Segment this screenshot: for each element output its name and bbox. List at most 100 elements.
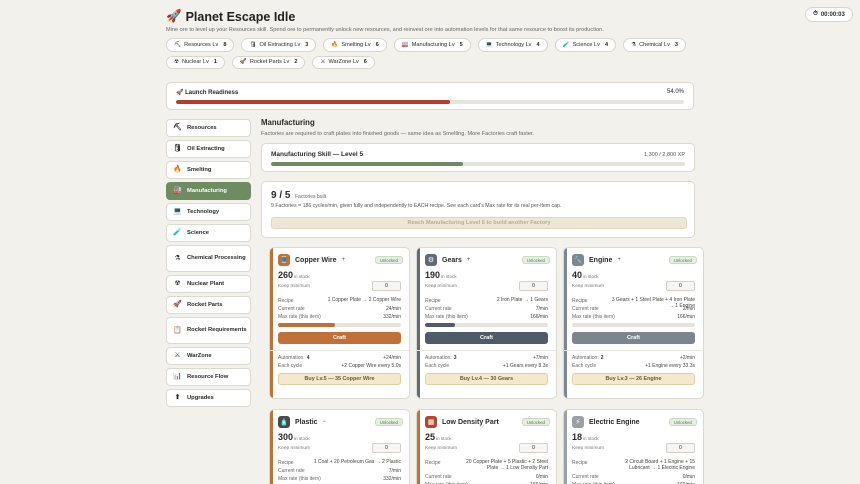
automation-rate: +2/min xyxy=(679,355,695,361)
skill-pill-science[interactable]: 🧪 Science Lv 4 xyxy=(554,38,617,52)
cycle-row: Each cycle +1 Gears every 8.3s xyxy=(425,363,548,369)
recipe-row-label: Recipe xyxy=(278,298,294,304)
max-rate-row: Max rate (this item) 332/min xyxy=(278,476,401,482)
sidebar-item-smelting[interactable]: 🔥 Smelting xyxy=(166,161,251,179)
max-rate-row-value: 166/min xyxy=(677,314,695,320)
skill-pill-chemical[interactable]: ⚗ Chemical Lv 3 xyxy=(623,38,686,52)
skill-pill-label: Resources Lv xyxy=(184,41,219,48)
craft-button[interactable]: Craft xyxy=(425,332,548,344)
stock-unit: in stock xyxy=(583,436,599,441)
sidebar-item-resources[interactable]: ⛏ Resources xyxy=(166,119,251,137)
skill-pill-resources[interactable]: ⛏ Resources Lv 8 xyxy=(166,38,235,52)
buy-automation-button[interactable]: Buy Lv.4 — 30 Gears xyxy=(425,373,548,385)
timer: ⏱ 00:00:03 xyxy=(805,7,853,22)
oil-barrel-icon: 🛢 xyxy=(173,145,182,153)
recipe-row-value: 20 Copper Plate + 5 Plastic + 2 Steel Pl… xyxy=(466,459,548,471)
keep-minimum-input[interactable]: 0 xyxy=(519,281,548,291)
automation-label-text: Automation: xyxy=(278,355,305,361)
cycle-row: Each cycle +2 Copper Wire every 5.0s xyxy=(278,363,401,369)
skill-pill-smelting[interactable]: 🔥 Smelting Lv 6 xyxy=(323,38,387,52)
flask-icon: 🧪 xyxy=(173,229,182,237)
card-accent-band xyxy=(417,248,420,398)
sidebar-item-upgrades[interactable]: ⬆ Upgrades xyxy=(166,389,251,407)
buy-automation-button[interactable]: Buy Lv.3 — 26 Engine xyxy=(572,373,695,385)
skill-pill-label: Technology Lv xyxy=(495,41,532,48)
skill-pill-technology[interactable]: 💻 Technology Lv 4 xyxy=(477,38,548,52)
chemical-icon: ⚗ xyxy=(174,254,181,262)
sidebar-item-science[interactable]: 🧪 Science xyxy=(166,224,251,242)
build-factory-button[interactable]: Reach Manufacturing Level 6 to build ano… xyxy=(271,217,687,229)
app-subtitle: Mine ore to level up your Resources skil… xyxy=(166,27,604,33)
current-rate-row: Current rate 7/min xyxy=(278,468,401,474)
craft-button[interactable]: Craft xyxy=(572,332,695,344)
sidebar-item-label: Rocket Parts xyxy=(187,301,223,308)
electric-engine-icon: ⚡ xyxy=(572,416,584,428)
fire-icon: 🔥 xyxy=(331,41,339,48)
status-badge: Unlocked xyxy=(668,418,697,426)
sidebar-item-manufacturing[interactable]: 🏭 Manufacturing xyxy=(166,182,251,200)
recipe-row-label: Recipe xyxy=(425,298,441,304)
card-toggle[interactable]: − xyxy=(323,419,327,425)
card-title: Copper Wire xyxy=(295,256,337,264)
sidebar-item-oil-extracting[interactable]: 🛢 Oil Extracting xyxy=(166,140,251,158)
skill-label: Manufacturing Skill — Level 5 xyxy=(271,151,364,158)
flask-icon: 🧪 xyxy=(562,41,570,48)
skill-pill-warzone[interactable]: ⚔ WarZone Lv 6 xyxy=(312,55,375,69)
max-rate-row-value: 332/min xyxy=(383,314,401,320)
engine-icon: 🔧 xyxy=(572,254,584,266)
sidebar-item-chemical-processing[interactable]: ⚗ Chemical Processing xyxy=(166,245,251,272)
skill-panel: Manufacturing Skill — Level 5 1,300 / 2,… xyxy=(261,143,695,172)
recipe-row-value: 2 Circuit Board + 1 Engine + 15 Lubrican… xyxy=(625,459,695,471)
card-title: Low Density Part xyxy=(442,418,499,426)
buy-automation-button[interactable]: Buy Lv.5 — 35 Copper Wire xyxy=(278,373,401,385)
card-title: Gears xyxy=(442,256,462,264)
skill-pill-rocket-parts[interactable]: 🚀 Rocket Parts Lv 2 xyxy=(231,55,306,69)
card-toggle[interactable]: + xyxy=(467,257,471,263)
craft-progress-fill xyxy=(425,323,455,327)
sidebar-item-label: Nuclear Plant xyxy=(187,280,225,287)
pickaxe-icon: ⛏ xyxy=(174,41,182,48)
skill-pill-label: Rocket Parts Lv xyxy=(249,59,290,66)
clock-icon: ⏱ xyxy=(813,11,818,17)
card-header: 🧴 Plastic − xyxy=(278,416,326,428)
stock-count: 260in stock xyxy=(278,270,310,280)
app-title: 🚀 Planet Escape Idle xyxy=(166,9,296,24)
craft-button[interactable]: Craft xyxy=(278,332,401,344)
automation-row: Automation: 4 +24/min xyxy=(278,355,401,361)
sidebar-item-label: Chemical Processing xyxy=(187,255,246,262)
stock-value: 190 xyxy=(425,270,441,280)
card-toggle[interactable]: + xyxy=(617,257,621,263)
stock-unit: in stock xyxy=(583,274,599,279)
factory-count-label: Factories built xyxy=(295,194,327,200)
skill-pill-oil-extracting[interactable]: 🛢 Oil Extracting Lv 3 xyxy=(241,38,317,52)
sidebar-item-resource-flow[interactable]: 📊 Resource Flow xyxy=(166,368,251,386)
keep-minimum-input[interactable]: 0 xyxy=(519,443,548,453)
stock-count: 190in stock xyxy=(425,270,457,280)
upgrade-icon: ⬆ xyxy=(174,394,181,402)
recipe-row-label: Recipe xyxy=(572,460,588,466)
skill-pill-manufacturing[interactable]: 🏭 Manufacturing Lv 5 xyxy=(393,38,471,52)
sidebar-item-nuclear-plant[interactable]: ☢ Nuclear Plant xyxy=(166,275,251,293)
sidebar-item-label: Technology xyxy=(187,208,220,215)
sidebar-item-technology[interactable]: 💻 Technology xyxy=(166,203,251,221)
card-header: ▦ Low Density Part xyxy=(425,416,499,428)
max-rate-row-label: Max rate (this item) xyxy=(278,314,321,320)
factory-description: 9 Factories = 186 cycles/min, given full… xyxy=(271,203,562,209)
current-rate-row-value: 0/min xyxy=(535,474,548,480)
chart-icon: 📊 xyxy=(173,373,182,381)
skill-pills: ⛏ Resources Lv 8 🛢 Oil Extracting Lv 3 🔥 Smelti… xyxy=(166,38,686,69)
automation-rate: +24/min xyxy=(383,355,401,361)
keep-minimum-input[interactable]: 0 xyxy=(666,443,695,453)
stock-count: 18in stock xyxy=(572,432,599,442)
radioactive-icon: ☢ xyxy=(174,280,181,288)
keep-minimum-input[interactable]: 0 xyxy=(372,443,401,453)
card-toggle[interactable]: + xyxy=(342,257,346,263)
cycle-value: +2 Copper Wire every 5.0s xyxy=(341,363,401,369)
skill-pill-nuclear[interactable]: ☢ Nuclear Lv 1 xyxy=(166,55,225,69)
sidebar-item-warzone[interactable]: ⚔ WarZone xyxy=(166,347,251,365)
sidebar-item-rocket-parts[interactable]: 🚀 Rocket Parts xyxy=(166,296,251,314)
keep-minimum-input[interactable]: 0 xyxy=(666,281,695,291)
sidebar-item-rocket-requirements[interactable]: 📋 Rocket Requirements xyxy=(166,317,251,344)
keep-minimum-input[interactable]: 0 xyxy=(372,281,401,291)
automation-row: Automation: 2 +2/min xyxy=(572,355,695,361)
